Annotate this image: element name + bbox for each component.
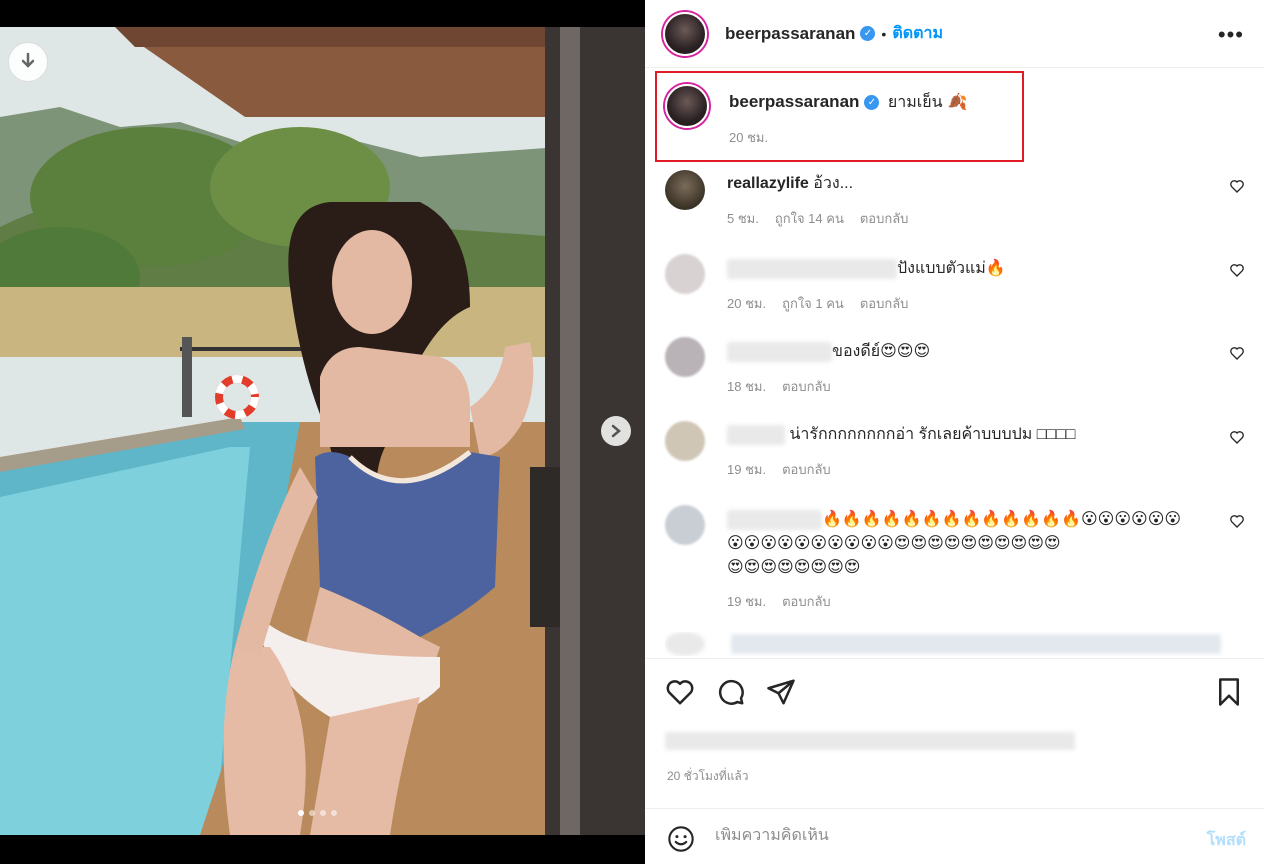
verified-badge-icon: ✓ (860, 26, 876, 41)
comment-text-line: 🔥🔥🔥🔥🔥🔥🔥🔥🔥🔥🔥🔥🔥😮😮😮😮😮😮 (822, 509, 1182, 528)
comment-text-line: 😍😍😍😍😍😍😍😍 (727, 557, 861, 576)
chevron-right-icon (611, 424, 621, 438)
commenter-username[interactable]: reallazylife (727, 175, 809, 192)
comment-heart-icon[interactable] (1229, 262, 1245, 278)
caption-avatar[interactable] (665, 84, 709, 128)
blurred-username (727, 509, 822, 530)
caption-username[interactable]: beerpassaranan (729, 92, 859, 111)
post-header: beerpassaranan ✓ • ติดตาม ••• (645, 0, 1264, 68)
comment-text: อ้วง... (813, 175, 854, 192)
download-button[interactable] (8, 42, 48, 82)
carousel-dot-1[interactable] (298, 810, 304, 816)
reply-button[interactable]: ตอบกลับ (860, 293, 909, 314)
carousel-dot-2[interactable] (309, 810, 315, 816)
commenter-avatar[interactable] (665, 505, 705, 545)
share-send-icon[interactable] (766, 677, 796, 707)
blurred-avatar (665, 632, 705, 656)
caption-time[interactable]: 20 ชม. (729, 127, 768, 148)
separator-dot: • (881, 25, 887, 42)
next-photo-button[interactable] (601, 416, 631, 446)
like-heart-icon[interactable] (665, 677, 695, 707)
comment-item: น่ารักกกกกกกกอ่า รักเลยค้าบบบปม □□□□ 19 … (665, 421, 1245, 480)
comment-time[interactable]: 19 ชม. (727, 459, 766, 480)
emoji-smiley-icon[interactable] (667, 825, 695, 853)
post-panel: beerpassaranan ✓ • ติดตาม ••• beerpassar… (645, 0, 1264, 864)
comment-heart-icon[interactable] (1229, 513, 1245, 529)
caption-text: ยามเย็น 🍂 (887, 92, 968, 111)
post-comment-button[interactable]: โพสต์ (1207, 828, 1246, 853)
verified-badge-icon: ✓ (864, 95, 880, 111)
commenter-avatar[interactable] (665, 254, 705, 294)
author-username[interactable]: beerpassaranan (725, 24, 855, 44)
comment-time[interactable]: 5 ชม. (727, 208, 759, 229)
comment-text-line: 😮😮😮😮😮😮😮😮😮😮😍😍😍😍😍😍😍😍😍😍 (727, 533, 1061, 552)
save-bookmark-icon[interactable] (1214, 677, 1244, 707)
post-photo[interactable] (0, 27, 645, 835)
carousel-dot-4[interactable] (331, 810, 337, 816)
action-bar (645, 658, 1264, 724)
commenter-avatar[interactable] (665, 170, 705, 210)
comment-item: ของดีย์😍😍😍 18 ชม. ตอบกลับ (665, 337, 1245, 397)
comment-item: ปังแบบตัวแม่🔥 20 ชม. ถูกใจ 1 คน ตอบกลับ (665, 254, 1245, 314)
carousel-indicator (298, 810, 337, 816)
comment-input[interactable] (715, 827, 1175, 845)
blurred-likes (665, 732, 1075, 750)
comment-text: ปังแบบตัวแม่🔥 (897, 258, 1006, 277)
follow-button[interactable]: ติดตาม (892, 21, 943, 46)
comment-likes[interactable]: ถูกใจ 1 คน (782, 293, 844, 314)
reply-button[interactable]: ตอบกลับ (782, 459, 831, 480)
download-icon (21, 52, 35, 68)
likes-summary-blurred (665, 732, 1105, 754)
commenter-avatar[interactable] (665, 421, 705, 461)
commenter-avatar[interactable] (665, 337, 705, 377)
comment-time[interactable]: 19 ชม. (727, 591, 766, 612)
comment-text: ของดีย์😍😍😍 (832, 341, 931, 360)
blurred-username (727, 424, 785, 445)
comment-composer: โพสต์ (645, 808, 1264, 864)
blurred-username (727, 258, 897, 279)
reply-button[interactable]: ตอบกลับ (860, 208, 909, 229)
comment-item: reallazylife อ้วง... 5 ชม. ถูกใจ 14 คน ตอบ… (665, 170, 1245, 229)
comment-heart-icon[interactable] (1229, 429, 1245, 445)
comment-heart-icon[interactable] (1229, 345, 1245, 361)
comment-bubble-icon[interactable] (716, 677, 746, 707)
comment-item-partial (665, 632, 1245, 656)
post-timestamp[interactable]: 20 ชั่วโมงที่แล้ว (667, 767, 749, 786)
comment-likes[interactable]: ถูกใจ 14 คน (775, 208, 844, 229)
blurred-username (727, 341, 832, 362)
photo-pane (0, 0, 645, 864)
reply-button[interactable]: ตอบกลับ (782, 591, 831, 612)
caption: beerpassaranan ✓ ยามเย็น 🍂 20 ชม. (665, 84, 968, 148)
comment-text: น่ารักกกกกกกกอ่า รักเลยค้าบบบปม □□□□ (789, 426, 1076, 443)
carousel-dot-3[interactable] (320, 810, 326, 816)
comment-item: 🔥🔥🔥🔥🔥🔥🔥🔥🔥🔥🔥🔥🔥😮😮😮😮😮😮 😮😮😮😮😮😮😮😮😮😮😍😍😍😍😍😍😍😍😍😍… (665, 505, 1245, 612)
author-avatar[interactable] (663, 11, 707, 56)
comment-heart-icon[interactable] (1229, 178, 1245, 194)
reply-button[interactable]: ตอบกลับ (782, 376, 831, 397)
comment-time[interactable]: 18 ชม. (727, 376, 766, 397)
comment-time[interactable]: 20 ชม. (727, 293, 766, 314)
blurred-comment (731, 634, 1222, 654)
more-options-icon[interactable]: ••• (1218, 22, 1244, 48)
